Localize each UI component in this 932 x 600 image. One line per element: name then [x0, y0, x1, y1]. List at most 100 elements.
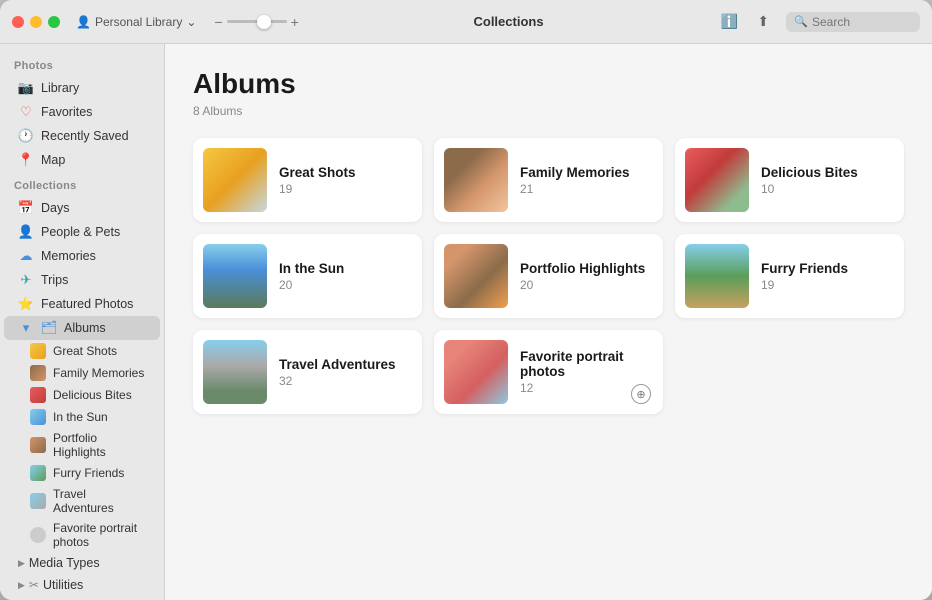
share-button[interactable]: ⬆	[752, 11, 774, 33]
album-card-great-shots[interactable]: Great Shots 19	[193, 138, 422, 222]
zoom-plus-icon[interactable]: +	[291, 14, 299, 30]
app-window: 👤 Personal Library ⌄ − + Collections ℹ️ …	[0, 0, 932, 600]
titlebar: 👤 Personal Library ⌄ − + Collections ℹ️ …	[0, 0, 932, 44]
album-card-furry-friends[interactable]: Furry Friends 19	[675, 234, 904, 318]
portfolio-highlights-sub-icon	[30, 437, 46, 453]
zoom-thumb	[257, 15, 271, 29]
sidebar-item-favorites[interactable]: ♡ Favorites	[4, 100, 160, 124]
sidebar-subitem-delicious-bites[interactable]: Delicious Bites	[4, 384, 160, 406]
sidebar-subitem-furry-friends[interactable]: Furry Friends	[4, 462, 160, 484]
delicious-bites-sub-icon	[30, 387, 46, 403]
close-button[interactable]	[12, 16, 24, 28]
sidebar-item-map[interactable]: 📍 Map	[4, 148, 160, 172]
album-info-in-the-sun: In the Sun 20	[279, 261, 412, 292]
album-count-family-memories: 21	[520, 182, 653, 196]
album-card-travel-adventures[interactable]: Travel Adventures 32	[193, 330, 422, 414]
sidebar-item-media-types[interactable]: ▶ Media Types	[4, 552, 160, 574]
sidebar-label-library: Library	[41, 81, 79, 95]
sidebar-item-trips[interactable]: ✈ Trips	[4, 268, 160, 292]
album-thumbnail-travel-adventures	[203, 340, 267, 404]
album-thumbnail-favorite-portrait	[444, 340, 508, 404]
sidebar-label-memories: Memories	[41, 249, 96, 263]
sidebar-item-utilities[interactable]: ▶ ✂ Utilities	[4, 574, 160, 596]
album-card-in-the-sun[interactable]: In the Sun 20	[193, 234, 422, 318]
albums-chevron-icon: ▾	[18, 320, 34, 336]
search-input[interactable]	[812, 15, 912, 29]
album-card-favorite-portrait[interactable]: Favorite portrait photos 12 ⊕	[434, 330, 663, 414]
sidebar-subitem-favorite-portrait[interactable]: Favorite portrait photos	[4, 518, 160, 552]
page-title: Albums	[193, 68, 904, 100]
sidebar: Photos 📷 Library ♡ Favorites 🕐 Recently …	[0, 44, 165, 600]
sidebar-item-library[interactable]: 📷 Library	[4, 76, 160, 100]
titlebar-center: Collections	[299, 14, 719, 29]
album-info-delicious-bites: Delicious Bites 10	[761, 165, 894, 196]
album-name-in-the-sun: In the Sun	[279, 261, 412, 276]
minimize-button[interactable]	[30, 16, 42, 28]
sidebar-label-featured-photos: Featured Photos	[41, 297, 133, 311]
sidebar-sublabel-portfolio-highlights: Portfolio Highlights	[53, 431, 146, 459]
library-selector[interactable]: 👤 Personal Library ⌄	[76, 15, 196, 29]
content-area: Albums 8 Albums Great Shots 19 Family Me…	[165, 44, 932, 600]
album-action-button-favorite-portrait[interactable]: ⊕	[631, 384, 651, 404]
album-name-portfolio-highlights: Portfolio Highlights	[520, 261, 653, 276]
featured-photos-icon: ⭐	[18, 296, 34, 312]
zoom-slider[interactable]	[227, 20, 287, 23]
titlebar-right: ℹ️ ⬆ 🔍	[718, 11, 920, 33]
person-icon: 👤	[76, 15, 91, 29]
sidebar-item-people-pets[interactable]: 👤 People & Pets	[4, 220, 160, 244]
utilities-chevron-icon: ▶	[18, 580, 25, 591]
info-button[interactable]: ℹ️	[718, 11, 740, 33]
sidebar-item-memories[interactable]: ☁ Memories	[4, 244, 160, 268]
album-count-furry-friends: 19	[761, 278, 894, 292]
sidebar-subitem-in-the-sun[interactable]: In the Sun	[4, 406, 160, 428]
sidebar-item-days[interactable]: 📅 Days	[4, 196, 160, 220]
album-info-portfolio-highlights: Portfolio Highlights 20	[520, 261, 653, 292]
search-icon: 🔍	[794, 15, 808, 28]
media-types-chevron-icon: ▶	[18, 558, 25, 569]
favorites-icon: ♡	[18, 104, 34, 120]
sidebar-subitem-great-shots[interactable]: Great Shots	[4, 340, 160, 362]
album-name-delicious-bites: Delicious Bites	[761, 165, 894, 180]
sidebar-subitem-family-memories[interactable]: Family Memories	[4, 362, 160, 384]
album-thumbnail-furry-friends	[685, 244, 749, 308]
travel-adventures-sub-icon	[30, 493, 46, 509]
sidebar-section-collections: Collections	[0, 172, 164, 196]
zoom-minus-icon[interactable]: −	[214, 14, 222, 30]
sidebar-label-map: Map	[41, 153, 65, 167]
album-name-favorite-portrait: Favorite portrait photos	[520, 349, 653, 379]
sidebar-sublabel-furry-friends: Furry Friends	[53, 466, 124, 480]
sidebar-item-projects[interactable]: ▶ Projects	[4, 596, 160, 600]
recently-saved-icon: 🕐	[18, 128, 34, 144]
family-memories-sub-icon	[30, 365, 46, 381]
album-card-family-memories[interactable]: Family Memories 21	[434, 138, 663, 222]
sidebar-label-trips: Trips	[41, 273, 68, 287]
search-box[interactable]: 🔍	[786, 12, 920, 32]
sidebar-label-favorites: Favorites	[41, 105, 92, 119]
sidebar-subitem-portfolio-highlights[interactable]: Portfolio Highlights	[4, 428, 160, 462]
sidebar-item-albums[interactable]: ▾ 🗂 Albums	[4, 316, 160, 340]
album-name-furry-friends: Furry Friends	[761, 261, 894, 276]
sidebar-label-days: Days	[41, 201, 69, 215]
album-count-delicious-bites: 10	[761, 182, 894, 196]
sidebar-item-featured-photos[interactable]: ⭐ Featured Photos	[4, 292, 160, 316]
sidebar-item-recently-saved[interactable]: 🕐 Recently Saved	[4, 124, 160, 148]
library-icon: 📷	[18, 80, 34, 96]
library-label: Personal Library	[95, 15, 182, 29]
zoom-control: − +	[214, 14, 298, 30]
album-info-furry-friends: Furry Friends 19	[761, 261, 894, 292]
album-grid-empty	[675, 330, 904, 414]
sidebar-sublabel-great-shots: Great Shots	[53, 344, 117, 358]
album-card-delicious-bites[interactable]: Delicious Bites 10	[675, 138, 904, 222]
album-card-portfolio-highlights[interactable]: Portfolio Highlights 20	[434, 234, 663, 318]
sidebar-subitem-travel-adventures[interactable]: Travel Adventures	[4, 484, 160, 518]
album-count-portfolio-highlights: 20	[520, 278, 653, 292]
sidebar-sublabel-delicious-bites: Delicious Bites	[53, 388, 132, 402]
album-thumbnail-great-shots	[203, 148, 267, 212]
window-title: Collections	[473, 14, 543, 29]
sidebar-label-people-pets: People & Pets	[41, 225, 120, 239]
album-thumbnail-delicious-bites	[685, 148, 749, 212]
maximize-button[interactable]	[48, 16, 60, 28]
album-thumbnail-family-memories	[444, 148, 508, 212]
album-thumbnail-in-the-sun	[203, 244, 267, 308]
great-shots-sub-icon	[30, 343, 46, 359]
